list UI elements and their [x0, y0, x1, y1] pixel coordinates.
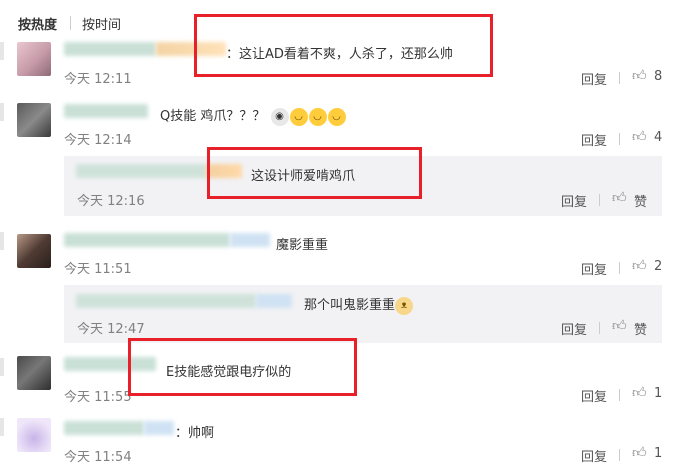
sort-by-time-tab[interactable]: 按时间: [82, 14, 121, 33]
edge-mark: [0, 42, 4, 60]
like-thumb-icon[interactable]: 👍︎: [632, 444, 647, 461]
reply-time: 今天 12:47: [77, 322, 145, 337]
like-count: 1: [654, 446, 663, 461]
like-label[interactable]: 赞: [634, 191, 647, 210]
highlight-box: [128, 338, 357, 396]
reply-button[interactable]: 回复: [581, 130, 607, 149]
reply-button[interactable]: 回复: [581, 69, 607, 88]
like-thumb-icon[interactable]: 👍︎: [612, 189, 627, 206]
username-blurred[interactable]: [230, 233, 270, 247]
highlight-box: [194, 14, 493, 77]
divider: [599, 322, 600, 334]
username-blurred[interactable]: [144, 421, 174, 435]
reply-time: 今天 12:16: [77, 194, 145, 209]
comment-text: ：帅啊: [175, 426, 215, 441]
reply-text: 那个叫鬼影重重 ᴥ: [304, 294, 414, 315]
grin-emoji-icon: ◡: [327, 107, 346, 126]
comment-time: 今天 11:51: [64, 262, 132, 277]
username-blurred[interactable]: [64, 104, 148, 118]
like-thumb-icon[interactable]: 👍︎: [632, 257, 647, 274]
avatar[interactable]: [17, 103, 51, 137]
divider: [599, 194, 600, 206]
username-blurred[interactable]: [76, 294, 256, 308]
comment-text: Q技能 鸡爪？？？ ◉ ◡ ◡ ◡: [160, 105, 346, 126]
comment-time: 今天 11:55: [64, 390, 132, 405]
grin-emoji-icon: ◡: [289, 107, 308, 126]
sort-divider: [70, 16, 71, 30]
reply-button[interactable]: 回复: [581, 386, 607, 405]
username-blurred[interactable]: [64, 233, 230, 247]
like-count: 1: [654, 386, 663, 401]
edge-mark: [0, 232, 4, 250]
comment-time: 今天 11:54: [64, 450, 132, 465]
reply-button[interactable]: 回复: [561, 319, 587, 338]
username-blurred[interactable]: [76, 164, 206, 178]
like-count: 8: [654, 69, 663, 84]
surprised-emoji-icon: ◉: [270, 107, 289, 126]
like-count: 4: [654, 130, 663, 145]
avatar[interactable]: [17, 418, 51, 452]
username-blurred[interactable]: [64, 421, 144, 435]
like-count: 2: [654, 259, 663, 274]
comment-text: 魔影重重: [276, 238, 329, 253]
like-label[interactable]: 赞: [634, 319, 647, 338]
comment-time: 今天 12:11: [64, 72, 132, 87]
edge-mark: [0, 358, 4, 376]
like-thumb-icon[interactable]: 👍︎: [632, 128, 647, 145]
dog-emoji-icon: ᴥ: [395, 296, 414, 315]
like-thumb-icon[interactable]: 👍︎: [632, 384, 647, 401]
reply-button[interactable]: 回复: [581, 446, 607, 465]
edge-mark: [0, 103, 4, 121]
reply-button[interactable]: 回复: [561, 191, 587, 210]
highlight-box: [207, 147, 422, 199]
sort-by-hot-tab[interactable]: 按热度: [18, 14, 57, 33]
avatar[interactable]: [17, 356, 51, 390]
username-blurred[interactable]: [64, 42, 156, 56]
divider: [619, 262, 620, 274]
edge-mark: [0, 418, 4, 436]
divider: [619, 389, 620, 401]
avatar[interactable]: [17, 234, 51, 268]
reply-button[interactable]: 回复: [581, 259, 607, 278]
grin-emoji-icon: ◡: [308, 107, 327, 126]
comment-time: 今天 12:14: [64, 133, 132, 148]
like-thumb-icon[interactable]: 👍︎: [612, 317, 627, 334]
divider: [619, 133, 620, 145]
like-thumb-icon[interactable]: 👍︎: [632, 67, 647, 84]
divider: [619, 449, 620, 461]
divider: [619, 72, 620, 84]
username-blurred[interactable]: [256, 294, 292, 308]
avatar[interactable]: [17, 42, 51, 76]
